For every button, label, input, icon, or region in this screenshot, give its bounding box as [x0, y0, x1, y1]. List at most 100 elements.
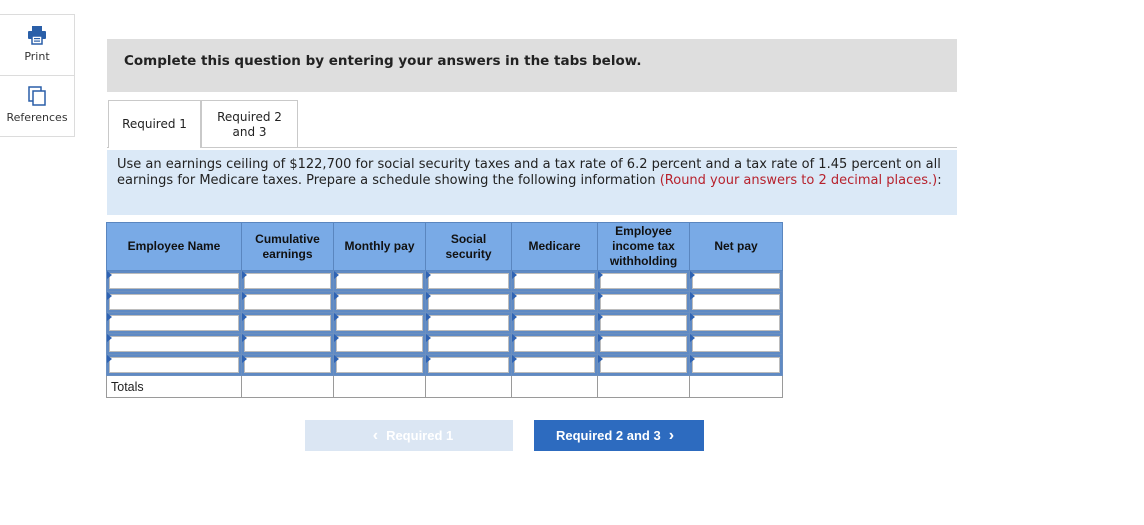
totals-cell — [511, 375, 598, 398]
table-cell — [241, 291, 334, 313]
table-cell — [333, 333, 426, 355]
previous-tab-button[interactable]: ‹ Required 1 — [305, 420, 513, 451]
next-tab-label: Required 2 and 3 — [555, 428, 661, 443]
table-cell — [333, 354, 426, 376]
answer-input[interactable] — [514, 336, 595, 352]
table-cell — [425, 270, 512, 292]
answer-input[interactable] — [244, 315, 331, 331]
table-cell — [241, 270, 334, 292]
input-marker-icon — [242, 292, 247, 300]
table-cell — [333, 291, 426, 313]
input-marker-icon — [690, 334, 695, 342]
input-marker-icon — [334, 313, 339, 321]
answer-input[interactable] — [514, 357, 595, 373]
input-marker-icon — [598, 313, 603, 321]
answer-input[interactable] — [428, 357, 509, 373]
table-cell — [106, 312, 242, 334]
answer-input[interactable] — [428, 315, 509, 331]
table-header-row: Employee Name Cumulative earnings Monthl… — [106, 222, 783, 271]
answer-input[interactable] — [600, 336, 687, 352]
table-cell — [511, 333, 598, 355]
input-marker-icon — [242, 271, 247, 279]
question-suffix: : — [937, 173, 942, 188]
tab-divider — [107, 147, 957, 148]
answer-input[interactable] — [109, 357, 239, 373]
table-cell — [425, 291, 512, 313]
input-marker-icon — [690, 313, 695, 321]
answer-input[interactable] — [600, 357, 687, 373]
answer-input[interactable] — [692, 294, 780, 310]
header-net-pay: Net pay — [689, 222, 783, 271]
header-cumulative-earnings: Cumulative earnings — [241, 222, 334, 271]
totals-cell — [689, 375, 783, 398]
tab-required-2-and-3[interactable]: Required 2 and 3 — [201, 100, 298, 148]
print-button[interactable]: Print — [0, 14, 75, 75]
table-cell — [511, 312, 598, 334]
input-marker-icon — [426, 271, 431, 279]
table-row — [106, 270, 783, 292]
input-marker-icon — [512, 334, 517, 342]
tab-required-1[interactable]: Required 1 — [108, 100, 201, 148]
answer-input[interactable] — [109, 336, 239, 352]
input-marker-icon — [242, 355, 247, 363]
printer-icon — [28, 26, 46, 45]
header-income-tax-withholding: Employee income tax withholding — [597, 222, 690, 271]
answer-input[interactable] — [244, 294, 331, 310]
input-marker-icon — [598, 271, 603, 279]
table-cell — [689, 333, 783, 355]
table-cell — [597, 312, 690, 334]
totals-cell — [333, 375, 426, 398]
previous-tab-label: Required 1 — [386, 428, 454, 443]
table-cell — [333, 270, 426, 292]
answer-input[interactable] — [336, 294, 423, 310]
answer-input[interactable] — [514, 294, 595, 310]
answer-input[interactable] — [600, 294, 687, 310]
input-marker-icon — [107, 355, 112, 363]
answer-input[interactable] — [244, 273, 331, 289]
table-row — [106, 291, 783, 313]
answer-input[interactable] — [600, 315, 687, 331]
answer-input[interactable] — [514, 315, 595, 331]
totals-cell — [425, 375, 512, 398]
input-marker-icon — [334, 355, 339, 363]
answer-input[interactable] — [109, 273, 239, 289]
table-cell — [511, 354, 598, 376]
input-marker-icon — [242, 334, 247, 342]
payroll-schedule-table: Employee Name Cumulative earnings Monthl… — [106, 222, 783, 398]
chevron-right-icon: › — [668, 426, 675, 444]
table-cell — [241, 354, 334, 376]
next-tab-button[interactable]: Required 2 and 3 › — [534, 420, 704, 451]
table-cell — [241, 312, 334, 334]
instruction-text: Complete this question by entering your … — [124, 53, 642, 69]
answer-input[interactable] — [244, 357, 331, 373]
answer-input[interactable] — [692, 273, 780, 289]
totals-cell — [241, 375, 334, 398]
instruction-banner: Complete this question by entering your … — [107, 39, 957, 92]
input-marker-icon — [242, 313, 247, 321]
input-marker-icon — [426, 334, 431, 342]
answer-input[interactable] — [244, 336, 331, 352]
answer-input[interactable] — [692, 336, 780, 352]
answer-input[interactable] — [109, 315, 239, 331]
table-row — [106, 354, 783, 376]
answer-input[interactable] — [336, 336, 423, 352]
answer-input[interactable] — [692, 315, 780, 331]
answer-input[interactable] — [109, 294, 239, 310]
table-cell — [241, 333, 334, 355]
answer-input[interactable] — [692, 357, 780, 373]
references-button[interactable]: References — [0, 75, 75, 137]
table-cell — [425, 354, 512, 376]
table-cell — [511, 270, 598, 292]
table-cell — [333, 312, 426, 334]
table-cell — [689, 312, 783, 334]
input-marker-icon — [107, 313, 112, 321]
answer-input[interactable] — [336, 357, 423, 373]
answer-input[interactable] — [428, 273, 509, 289]
answer-input[interactable] — [514, 273, 595, 289]
chevron-left-icon: ‹ — [372, 426, 379, 444]
answer-input[interactable] — [428, 336, 509, 352]
answer-input[interactable] — [336, 273, 423, 289]
answer-input[interactable] — [428, 294, 509, 310]
answer-input[interactable] — [600, 273, 687, 289]
answer-input[interactable] — [336, 315, 423, 331]
